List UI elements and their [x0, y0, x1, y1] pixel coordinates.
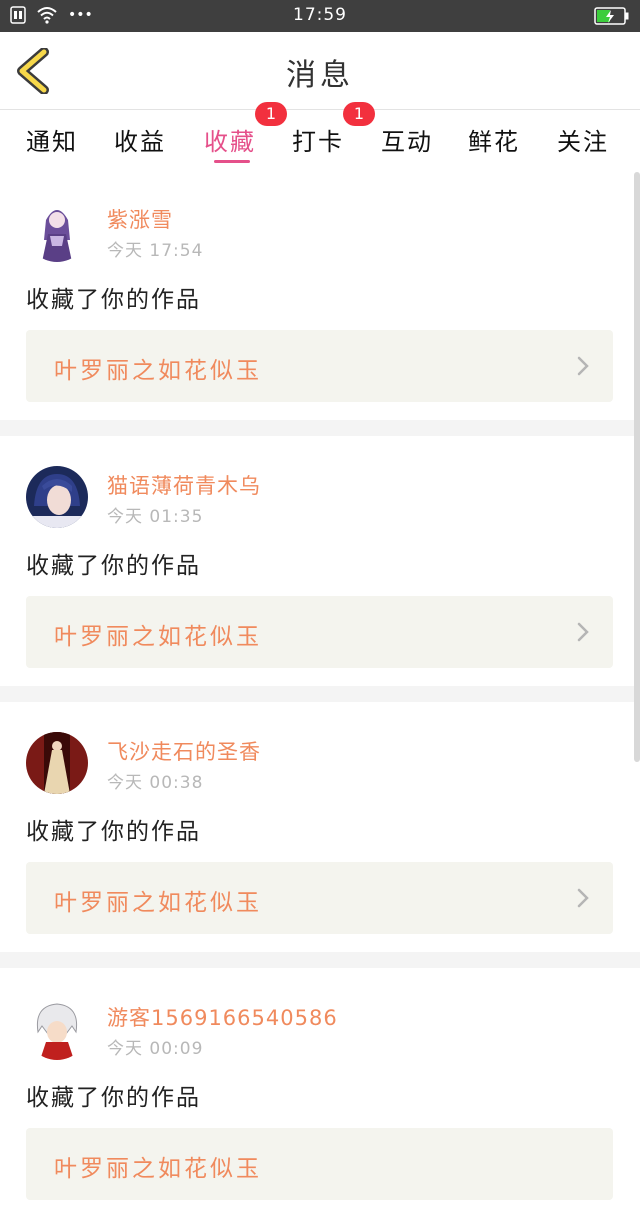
- status-time: 17:59: [293, 5, 347, 25]
- tab-label: 收益: [114, 128, 166, 156]
- timestamp: 今天 00:09: [107, 1039, 204, 1059]
- action-text: 收藏了你的作品: [26, 287, 201, 313]
- work-link[interactable]: 叶罗丽之如花似玉: [26, 1128, 613, 1200]
- badge-checkin: 1: [343, 102, 375, 126]
- scrollbar[interactable]: [634, 172, 640, 762]
- chevron-right-icon: [577, 888, 589, 908]
- action-text: 收藏了你的作品: [26, 819, 201, 845]
- timestamp: 今天 17:54: [107, 241, 204, 261]
- tab-favorites[interactable]: 收藏: [204, 122, 256, 157]
- tab-label: 互动: [381, 128, 433, 156]
- work-title: 叶罗丽之如花似玉: [54, 624, 262, 650]
- divider: [0, 952, 640, 968]
- tab-notice[interactable]: 通知: [26, 122, 78, 157]
- battery-icon: [594, 7, 630, 29]
- avatar[interactable]: [26, 200, 88, 262]
- work-title: 叶罗丽之如花似玉: [54, 890, 262, 916]
- divider: [0, 420, 640, 436]
- work-title: 叶罗丽之如花似玉: [54, 358, 262, 384]
- avatar[interactable]: [26, 466, 88, 528]
- list-item: 紫涨雪 今天 17:54 收藏了你的作品 叶罗丽之如花似玉: [0, 170, 640, 420]
- divider: [0, 686, 640, 702]
- work-title: 叶罗丽之如花似玉: [54, 1156, 262, 1182]
- username[interactable]: 飞沙走石的圣香: [107, 736, 261, 766]
- tab-label: 鲜花: [468, 128, 520, 156]
- list-item: 猫语薄荷青木乌 今天 01:35 收藏了你的作品 叶罗丽之如花似玉: [0, 436, 640, 686]
- tab-checkin[interactable]: 打卡: [292, 122, 344, 157]
- tab-earnings[interactable]: 收益: [114, 122, 166, 157]
- username[interactable]: 猫语薄荷青木乌: [107, 470, 261, 500]
- timestamp: 今天 01:35: [107, 507, 204, 527]
- badge-favorites: 1: [255, 102, 287, 126]
- chevron-right-icon: [577, 356, 589, 376]
- username[interactable]: 游客1569166540586: [107, 1002, 338, 1032]
- tab-label: 收藏: [204, 128, 256, 156]
- active-tab-indicator: [214, 160, 250, 163]
- tab-flowers[interactable]: 鲜花: [468, 122, 520, 157]
- action-text: 收藏了你的作品: [26, 553, 201, 579]
- chevron-right-icon: [577, 622, 589, 642]
- avatar[interactable]: [26, 732, 88, 794]
- header: 消息: [0, 32, 640, 110]
- action-text: 收藏了你的作品: [26, 1085, 201, 1111]
- tab-label: 关注: [557, 128, 609, 156]
- work-link[interactable]: 叶罗丽之如花似玉: [26, 330, 613, 402]
- tab-label: 打卡: [292, 128, 344, 156]
- tab-interaction[interactable]: 互动: [381, 122, 433, 157]
- work-link[interactable]: 叶罗丽之如花似玉: [26, 862, 613, 934]
- tab-follow[interactable]: 关注: [557, 122, 609, 157]
- list-item: 游客1569166540586 今天 00:09 收藏了你的作品 叶罗丽之如花似…: [0, 968, 640, 1218]
- tab-bar: 通知 收益 收藏 打卡 互动 鲜花 关注 1 1: [0, 102, 640, 170]
- avatar[interactable]: [26, 998, 88, 1060]
- timestamp: 今天 00:38: [107, 773, 204, 793]
- list-item: 飞沙走石的圣香 今天 00:38 收藏了你的作品 叶罗丽之如花似玉: [0, 702, 640, 952]
- username[interactable]: 紫涨雪: [107, 204, 173, 234]
- page-title: 消息: [286, 58, 354, 93]
- tab-label: 通知: [26, 128, 78, 156]
- work-link[interactable]: 叶罗丽之如花似玉: [26, 596, 613, 668]
- status-bar: ••• 17:59: [0, 0, 640, 32]
